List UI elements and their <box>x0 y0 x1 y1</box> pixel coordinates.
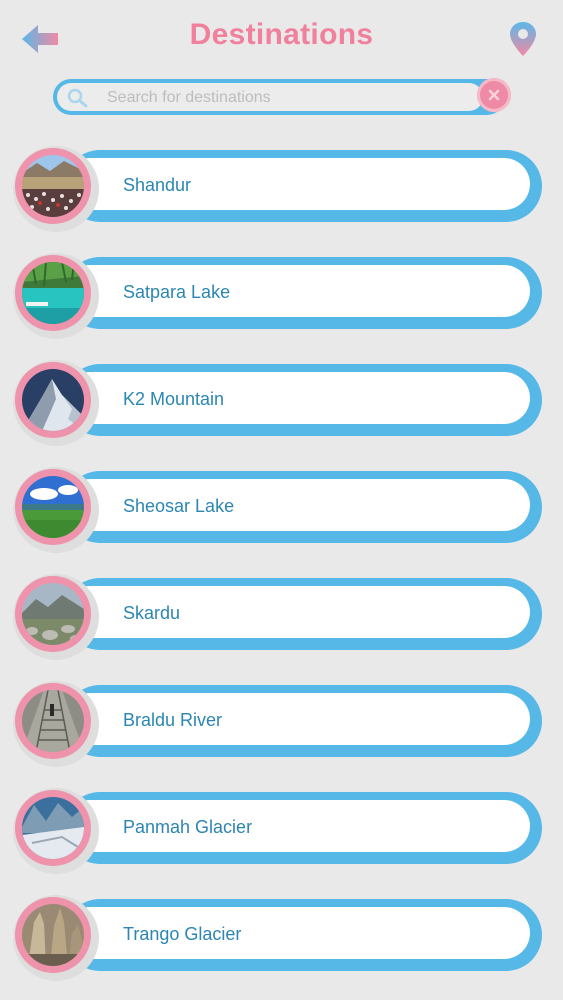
list-item[interactable]: Trango Glacier <box>0 895 563 981</box>
page-title: Destinations <box>189 18 374 51</box>
thumbnail <box>13 895 99 981</box>
destination-label: Skardu <box>123 603 181 623</box>
glacier-photo <box>22 797 84 859</box>
thumbnail <box>13 574 99 660</box>
close-icon <box>488 89 500 101</box>
green-plateau-lake-photo <box>22 476 84 538</box>
list-item[interactable]: Satpara Lake <box>0 253 563 339</box>
location-button[interactable] <box>508 20 538 58</box>
snow-peak-photo <box>22 369 84 431</box>
destination-label: Satpara Lake <box>123 282 231 302</box>
thumbnail <box>13 681 99 767</box>
rocky-valley-photo <box>22 583 84 645</box>
destination-label: Braldu River <box>123 710 223 730</box>
map-pin-icon <box>510 22 536 56</box>
turquoise-lake-photo <box>22 262 84 324</box>
list-item[interactable]: Sheosar Lake <box>0 467 563 553</box>
thumbnail <box>13 788 99 874</box>
search-icon <box>67 88 88 108</box>
list-item[interactable]: Braldu River <box>0 681 563 767</box>
list-item[interactable]: K2 Mountain <box>0 360 563 446</box>
destination-label: Sheosar Lake <box>123 496 235 516</box>
clear-search-button[interactable] <box>477 78 511 112</box>
destination-label: K2 Mountain <box>123 389 225 409</box>
search-field-background <box>57 83 483 113</box>
app-header: Destinations <box>0 0 563 78</box>
thumbnail <box>13 253 99 339</box>
destination-label: Trango Glacier <box>123 924 242 944</box>
search-input[interactable] <box>105 83 473 113</box>
destination-label: Shandur <box>123 175 192 195</box>
search-bar <box>53 79 505 115</box>
river-bridge-photo <box>22 690 84 752</box>
thumbnail <box>13 146 99 232</box>
list-item[interactable]: Shandur <box>0 146 563 232</box>
crowd-festival-photo <box>22 155 84 217</box>
list-item[interactable]: Panmah Glacier <box>0 788 563 874</box>
thumbnail <box>13 467 99 553</box>
destination-label: Panmah Glacier <box>123 817 253 837</box>
thumbnail <box>13 360 99 446</box>
rock-towers-photo <box>22 904 84 966</box>
list-item[interactable]: Skardu <box>0 574 563 660</box>
